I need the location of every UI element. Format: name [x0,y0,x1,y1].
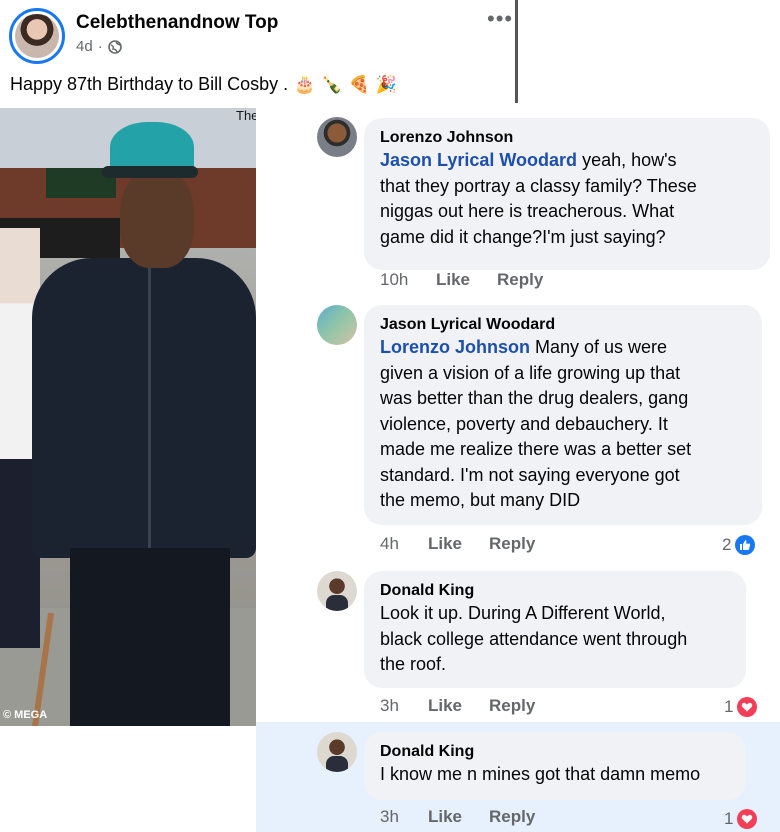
reply-button[interactable]: Reply [489,696,535,716]
comment-highlighted: Donald King I know me n mines got that d… [256,722,780,832]
comment-bubble: Lorenzo Johnson Jason Lyrical Woodard ye… [364,118,770,270]
like-button[interactable]: Like [428,534,489,554]
page-name[interactable]: Celebthenandnow Top [76,12,278,34]
reaction-count: 1 [724,697,734,716]
comment-actions: 4h Like Reply [380,534,535,554]
divider-line [515,0,518,103]
globe-icon [107,39,122,54]
reaction-summary[interactable]: 1 [724,809,758,829]
comment-author[interactable]: Donald King [380,581,730,601]
mention-link[interactable]: Lorenzo Johnson [380,337,530,357]
post-age[interactable]: 4d [76,38,93,55]
like-button[interactable]: Like [428,807,489,827]
party-popper-icon: 🎉 [375,74,397,95]
post-header: Celebthenandnow Top 4d · ••• Happy 87th … [0,0,515,105]
cake-icon: 🎂 [294,74,316,95]
comment-author[interactable]: Jason Lyrical Woodard [380,315,746,335]
comment-time[interactable]: 3h [380,807,428,827]
post-photo[interactable]: The © MEGA [0,108,256,726]
comment-actions: 10h Like Reply [380,270,543,290]
comment-time[interactable]: 10h [380,270,436,290]
post-text: Happy 87th Birthday to Bill Cosby . 🎂 🍾 … [10,74,397,95]
comment-time[interactable]: 4h [380,534,428,554]
post-meta: 4d · [76,38,122,55]
comment-actions: 3h Like Reply [380,807,535,827]
post-caption: Happy 87th Birthday to Bill Cosby . [10,74,289,94]
avatar[interactable] [317,571,357,611]
reaction-count: 2 [722,535,732,554]
like-button[interactable]: Like [428,696,489,716]
reply-button[interactable]: Reply [497,270,543,290]
comment: Donald King Look it up. During A Differe… [256,566,780,722]
like-button[interactable]: Like [436,270,497,290]
comment-text: Look it up. During A Different World, bl… [380,603,688,674]
heart-icon [737,697,758,717]
comment-author[interactable]: Lorenzo Johnson [380,128,754,148]
comment-actions: 3h Like Reply [380,696,535,716]
meta-separator: · [97,38,103,55]
mention-link[interactable]: Jason Lyrical Woodard [380,150,577,170]
comment-author[interactable]: Donald King [380,742,730,762]
comment: Jason Lyrical Woodard Lorenzo Johnson Ma… [256,298,780,566]
comment-text: I know me n mines got that damn memo [380,764,701,784]
heart-icon [737,809,758,829]
avatar[interactable] [317,732,357,772]
reaction-count: 1 [724,809,734,828]
comment-bubble: Jason Lyrical Woodard Lorenzo Johnson Ma… [364,305,762,525]
thumbs-up-icon [735,535,756,555]
photo-watermark: © MEGA [3,709,48,721]
reply-button[interactable]: Reply [489,807,535,827]
photo-corner-text: The [236,108,256,123]
avatar[interactable] [317,305,357,345]
comment-text: Jason Lyrical Woodard yeah, how's that t… [380,150,697,247]
reaction-summary[interactable]: 1 [724,697,758,717]
reply-button[interactable]: Reply [489,534,535,554]
champagne-icon: 🍾 [321,74,343,95]
reaction-summary[interactable]: 2 [722,535,756,555]
comment-bubble: Donald King I know me n mines got that d… [364,732,746,800]
page-avatar[interactable] [9,8,65,64]
comment-bubble: Donald King Look it up. During A Differe… [364,571,746,688]
avatar[interactable] [317,117,357,157]
comment: Lorenzo Johnson Jason Lyrical Woodard ye… [256,108,780,298]
comment-text: Lorenzo Johnson Many of us were given a … [380,337,692,510]
comment-time[interactable]: 3h [380,696,428,716]
more-options-button[interactable]: ••• [487,8,517,32]
pizza-icon: 🍕 [348,74,370,95]
